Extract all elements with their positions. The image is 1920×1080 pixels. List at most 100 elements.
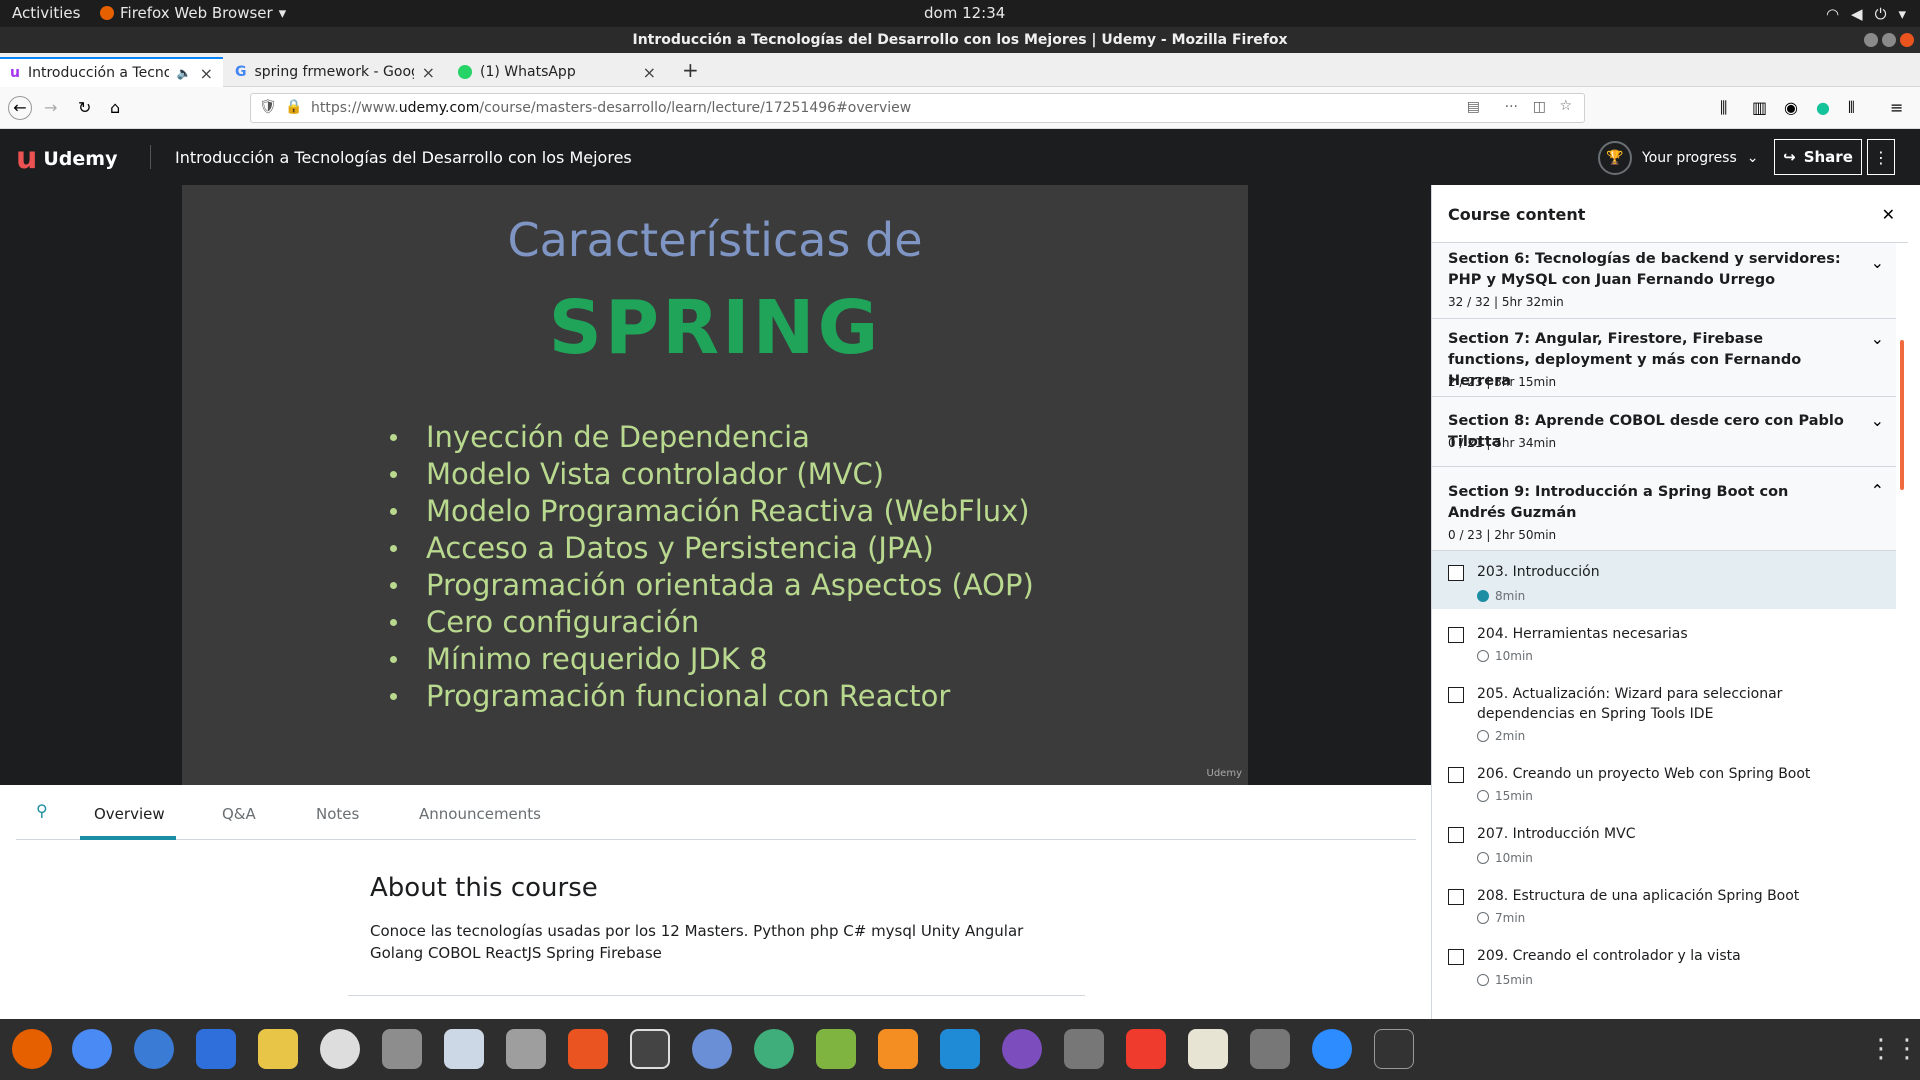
network-tool-app-icon[interactable] [630, 1029, 670, 1069]
more-options-button[interactable]: ⋮ [1867, 139, 1895, 175]
files-app-icon[interactable] [382, 1029, 422, 1069]
tab-udemy[interactable]: u Introducción a Tecnolo 🔈 × [0, 57, 223, 87]
bookmark-star-icon[interactable]: ☆ [1559, 98, 1572, 114]
lecture-item[interactable]: 205. Actualización: Wizard para seleccio… [1432, 673, 1896, 751]
vscode-app-icon[interactable] [940, 1029, 980, 1069]
slide-bullet: Programación orientada a Aspectos (AOP) [388, 567, 1034, 604]
lecture-checkbox[interactable] [1448, 767, 1464, 783]
anydesk-app-icon[interactable] [1126, 1029, 1166, 1069]
section-6[interactable]: Section 6: Tecnologías de backend y serv… [1432, 243, 1896, 319]
thunderbird-app-icon[interactable] [134, 1029, 174, 1069]
show-applications-icon[interactable]: ⋮⋮ [1868, 1029, 1920, 1069]
tab-google[interactable]: G spring frmework - Googl × [225, 57, 445, 87]
maximize-button[interactable] [1882, 33, 1896, 47]
your-progress-button[interactable]: 🏆 Your progress ⌄ [1598, 141, 1759, 175]
sublime-app-icon[interactable] [878, 1029, 918, 1069]
close-tab-icon[interactable]: × [422, 63, 435, 82]
home-icon[interactable]: ⌂ [110, 98, 120, 117]
lecture-item[interactable]: 206. Creando un proyecto Web con Spring … [1432, 753, 1896, 811]
tab-whatsapp[interactable]: (1) WhatsApp × [448, 57, 666, 87]
extension-icon[interactable]: ⫴ [1848, 98, 1855, 118]
lecture-item[interactable]: 209. Creando el controlador y la vista 1… [1432, 935, 1896, 993]
menu-icon[interactable]: ≡ [1890, 98, 1903, 117]
text-editor-app-icon[interactable] [1188, 1029, 1228, 1069]
close-tab-icon[interactable]: × [643, 63, 656, 82]
activities-button[interactable]: Activities [12, 4, 80, 22]
app-menu[interactable]: Firefox Web Browser ▾ [100, 4, 286, 22]
play-circle-icon [1477, 790, 1489, 802]
pocket-icon[interactable]: ◫ [1533, 99, 1546, 115]
tab-notes[interactable]: Notes [316, 805, 359, 823]
zoom-app-icon[interactable] [1312, 1029, 1352, 1069]
video-player[interactable]: Características de SPRING Inyección de D… [0, 185, 1431, 785]
rhythmbox-app-icon[interactable] [258, 1029, 298, 1069]
close-window-button[interactable] [1900, 33, 1914, 47]
lecture-checkbox[interactable] [1448, 565, 1464, 581]
chevron-down-icon: ⌄ [1746, 150, 1759, 166]
grammarly-icon[interactable]: ● [1816, 98, 1830, 117]
sidebar-scrollbar[interactable] [1900, 340, 1904, 490]
tab-overview[interactable]: Overview [94, 805, 165, 823]
course-title[interactable]: Introducción a Tecnologías del Desarroll… [175, 148, 632, 167]
atom-app-icon[interactable] [754, 1029, 794, 1069]
terminal-app-icon[interactable] [1374, 1029, 1414, 1069]
lecture-title: 205. Actualización: Wizard para seleccio… [1477, 686, 1783, 722]
section-8[interactable]: Section 8: Aprende COBOL desde cero con … [1432, 397, 1896, 467]
share-button[interactable]: ↪ Share [1774, 139, 1862, 175]
window-controls [1864, 33, 1914, 47]
chevron-up-icon: ⌃ [1870, 481, 1884, 500]
minimize-button[interactable] [1864, 33, 1878, 47]
search-icon[interactable]: ⚲ [36, 801, 48, 820]
emacs-app-icon[interactable] [1002, 1029, 1042, 1069]
back-icon[interactable]: ← [8, 96, 32, 120]
slack-app-icon[interactable] [320, 1029, 360, 1069]
reader-view-icon[interactable]: ▤ [1467, 99, 1480, 115]
lecture-checkbox[interactable] [1448, 687, 1464, 703]
account-icon[interactable]: ◉ [1784, 98, 1798, 117]
new-tab-icon[interactable]: + [682, 58, 699, 82]
lecture-checkbox[interactable] [1448, 889, 1464, 905]
lecture-item[interactable]: 207. Introducción MVC 10min [1432, 813, 1896, 871]
gimp-app-icon[interactable] [1064, 1029, 1104, 1069]
udemy-logo[interactable]: u Udemy [16, 141, 117, 176]
camera-app-icon[interactable] [506, 1029, 546, 1069]
tab-announcements[interactable]: Announcements [419, 805, 541, 823]
speaker-icon[interactable]: 🔈 [177, 66, 192, 80]
lecture-checkbox[interactable] [1448, 627, 1464, 643]
r-app-icon[interactable] [692, 1029, 732, 1069]
lecture-checkbox[interactable] [1448, 827, 1464, 843]
page-actions-icon[interactable]: ··· [1505, 99, 1518, 115]
chromium-app-icon[interactable] [72, 1029, 112, 1069]
volume-icon: ◀ [1851, 5, 1863, 23]
netbeans-app-icon[interactable] [816, 1029, 856, 1069]
close-tab-icon[interactable]: × [200, 64, 213, 83]
chevron-down-icon: ⌄ [1870, 253, 1884, 272]
clock[interactable]: dom 12:34 [924, 4, 1005, 22]
forward-icon[interactable]: → [44, 98, 57, 117]
section-9[interactable]: Section 9: Introducción a Spring Boot co… [1432, 467, 1896, 551]
tasks-app-icon[interactable] [196, 1029, 236, 1069]
lecture-item[interactable]: 203. Introducción 8min [1432, 551, 1896, 609]
reload-icon[interactable]: ↻ [78, 98, 91, 117]
header-divider [150, 145, 151, 169]
section-title: Section 6: Tecnologías de backend y serv… [1448, 251, 1841, 288]
sidebar-icon[interactable]: ▥ [1752, 98, 1767, 117]
software-center-app-icon[interactable] [568, 1029, 608, 1069]
section-7[interactable]: Section 7: Angular, Firestore, Firebase … [1432, 319, 1896, 397]
slide-bullet: Modelo Programación Reactiva (WebFlux) [388, 493, 1034, 530]
document-viewer-app-icon[interactable] [444, 1029, 484, 1069]
firefox-app-icon[interactable] [12, 1029, 52, 1069]
section-meta: 0 / 21 | 5hr 34min [1448, 436, 1557, 450]
firefox-icon [100, 6, 114, 20]
lecture-checkbox[interactable] [1448, 949, 1464, 965]
lecture-item[interactable]: 204. Herramientas necesarias 10min [1432, 613, 1896, 671]
calculator-app-icon[interactable] [1250, 1029, 1290, 1069]
url-bar[interactable]: 🛡 🔒 https://www.udemy.com/course/masters… [250, 93, 1585, 123]
active-tab-underline [80, 836, 176, 840]
system-tray[interactable]: ◠ ◀ ⏻ ▾ [1826, 5, 1906, 23]
lecture-item[interactable]: 208. Estructura de una aplicación Spring… [1432, 875, 1896, 933]
close-icon[interactable]: ✕ [1882, 205, 1895, 224]
library-icon[interactable]: ⫼ [1720, 98, 1727, 118]
tab-qa[interactable]: Q&A [222, 805, 256, 823]
app-menu-label: Firefox Web Browser [120, 4, 273, 22]
